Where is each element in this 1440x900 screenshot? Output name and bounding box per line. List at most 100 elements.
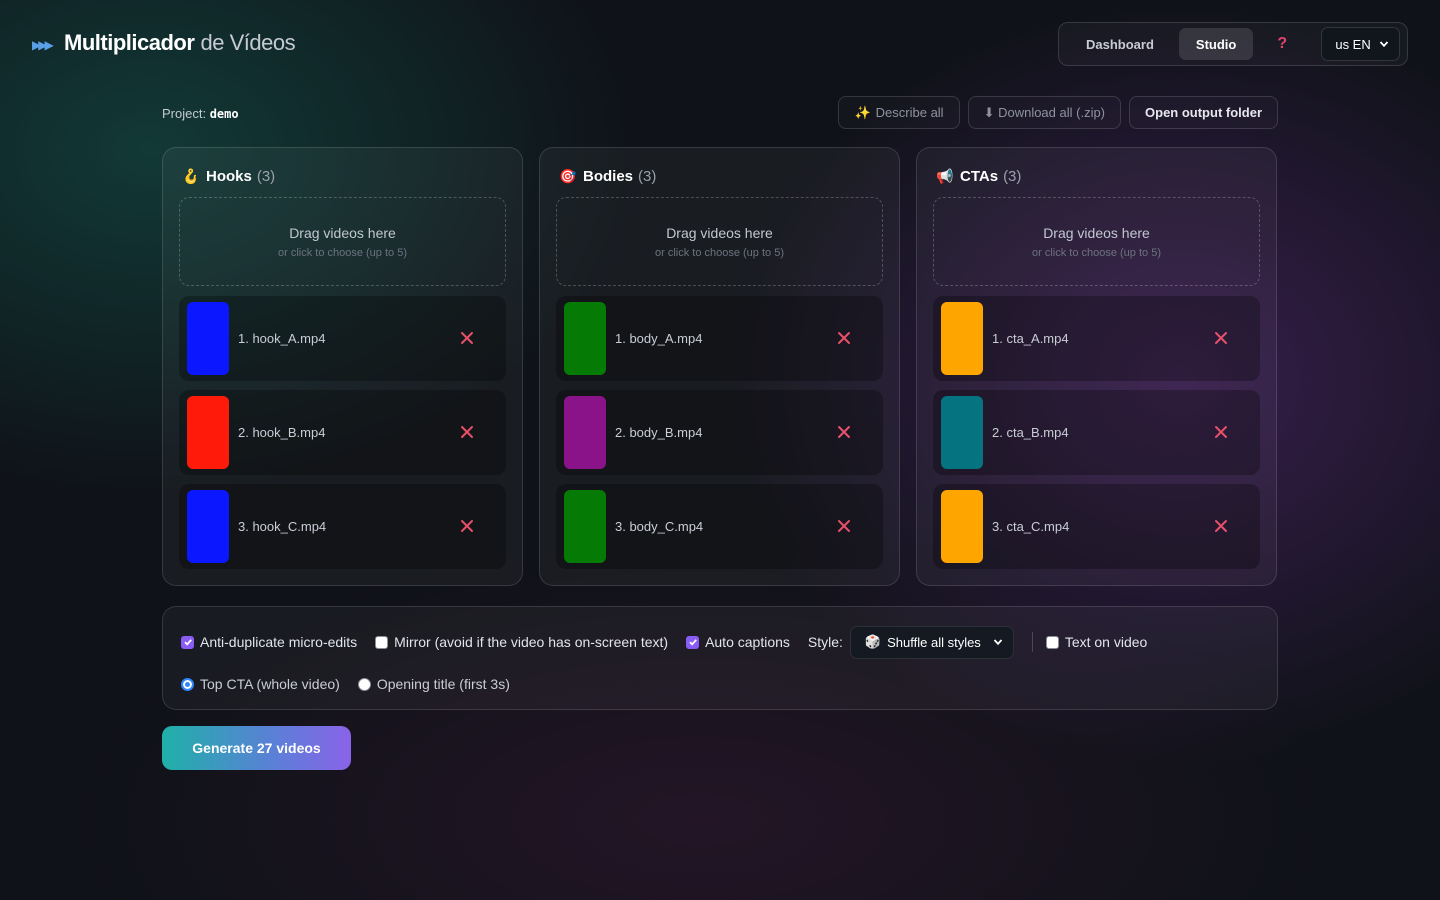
drop-zone-title: Drag videos here — [1043, 224, 1150, 241]
column-count: (3) — [256, 167, 276, 185]
clip-thumbnail — [941, 302, 983, 375]
options-panel: Anti-duplicate micro-edits Mirror (avoid… — [162, 606, 1278, 710]
language-value: us EN — [1335, 36, 1371, 52]
text-on-video-label: Text on video — [1064, 634, 1148, 650]
column-header: 🪝 Hooks (3) — [182, 164, 506, 188]
drop-zone[interactable]: Drag videos here or click to choose (up … — [556, 197, 883, 286]
target-icon: 🎯 — [559, 167, 577, 184]
top-cta-radio[interactable]: Top CTA (whole video) — [181, 676, 340, 692]
clip-item[interactable]: 1. body_A.mp4 — [556, 296, 883, 381]
clip-thumbnail — [564, 490, 606, 563]
divider — [1031, 632, 1033, 652]
style-select[interactable]: 🎲 Shuffle all styles — [849, 625, 1014, 659]
chevron-down-icon — [1379, 41, 1388, 48]
close-icon[interactable] — [1214, 425, 1228, 439]
generate-button[interactable]: Generate 27 videos — [162, 726, 351, 770]
clip-thumbnail — [564, 302, 606, 375]
clip-thumbnail — [187, 490, 229, 563]
check-icon — [688, 639, 697, 646]
drop-zone[interactable]: Drag videos here or click to choose (up … — [933, 197, 1260, 286]
text-on-video-checkbox[interactable]: Text on video — [1045, 634, 1148, 650]
clip-name: 1. cta_A.mp4 — [992, 331, 1069, 346]
checkbox-box[interactable] — [1045, 635, 1059, 649]
close-icon[interactable] — [460, 331, 474, 345]
clip-thumbnail — [941, 490, 983, 563]
project-indicator: Project: demo — [162, 106, 239, 121]
close-icon[interactable] — [460, 519, 474, 533]
describe-all-button[interactable]: ✨ Describe all — [838, 96, 960, 129]
clip-item[interactable]: 1. hook_A.mp4 — [179, 296, 506, 381]
clip-name: 2. cta_B.mp4 — [992, 425, 1069, 440]
mirror-label: Mirror (avoid if the video has on-screen… — [394, 634, 669, 650]
auto-captions-label: Auto captions — [705, 634, 790, 650]
language-select[interactable]: us EN — [1321, 27, 1400, 61]
fast-forward-icon: ▶▶▶ — [32, 38, 54, 52]
clip-item[interactable]: 3. body_C.mp4 — [556, 484, 883, 569]
clip-name: 2. body_B.mp4 — [615, 425, 703, 440]
dice-icon: 🎲 — [864, 634, 882, 649]
radio-dot[interactable] — [181, 677, 194, 691]
app-header: ▶▶▶ Multiplicador de Vídeos Dashboard St… — [0, 0, 1440, 90]
project-name: demo — [209, 107, 239, 121]
column-ctas: 📢 CTAs (3) Drag videos here or click to … — [916, 147, 1277, 586]
opening-title-label: Opening title (first 3s) — [376, 676, 510, 692]
brand[interactable]: ▶▶▶ Multiplicador de Vídeos — [32, 30, 296, 56]
drop-zone-title: Drag videos here — [289, 224, 396, 241]
download-all-button[interactable]: ⬇ Download all (.zip) — [967, 96, 1122, 129]
column-header: 📢 CTAs (3) — [936, 164, 1260, 188]
clip-name: 3. hook_C.mp4 — [238, 519, 327, 534]
sparkles-icon: ✨ — [854, 104, 871, 120]
checkbox-box[interactable] — [686, 635, 700, 649]
project-label: Project: — [162, 106, 207, 121]
clip-name: 1. body_A.mp4 — [615, 331, 703, 346]
anti-duplicate-label: Anti-duplicate micro-edits — [200, 634, 358, 650]
close-icon[interactable] — [1214, 331, 1228, 345]
clip-thumbnail — [941, 396, 983, 469]
nav-studio[interactable]: Studio — [1178, 28, 1254, 60]
close-icon[interactable] — [460, 425, 474, 439]
top-actions: ✨ Describe all ⬇ Download all (.zip) Ope… — [838, 96, 1278, 129]
help-button[interactable]: ? — [1277, 35, 1293, 53]
column-title: Bodies — [583, 167, 634, 185]
top-cta-label: Top CTA (whole video) — [200, 676, 340, 692]
clip-thumbnail — [564, 396, 606, 469]
style-value: Shuffle all styles — [887, 634, 981, 650]
close-icon[interactable] — [837, 425, 851, 439]
opening-title-radio[interactable]: Opening title (first 3s) — [357, 676, 510, 692]
clip-name: 1. hook_A.mp4 — [238, 331, 326, 346]
drop-zone-hint: or click to choose (up to 5) — [277, 246, 407, 259]
anti-duplicate-checkbox[interactable]: Anti-duplicate micro-edits — [181, 634, 357, 650]
clip-item[interactable]: 2. cta_B.mp4 — [933, 390, 1260, 475]
column-title: CTAs — [960, 167, 999, 185]
clip-item[interactable]: 2. hook_B.mp4 — [179, 390, 506, 475]
style-label: Style: — [807, 634, 843, 650]
close-icon[interactable] — [837, 519, 851, 533]
clip-item[interactable]: 1. cta_A.mp4 — [933, 296, 1260, 381]
checkbox-box[interactable] — [181, 635, 194, 649]
drop-zone[interactable]: Drag videos here or click to choose (up … — [179, 197, 506, 286]
clip-item[interactable]: 2. body_B.mp4 — [556, 390, 883, 475]
column-count: (3) — [638, 167, 657, 185]
clip-thumbnail — [187, 396, 229, 469]
radio-dot[interactable] — [357, 677, 371, 691]
clip-item[interactable]: 3. hook_C.mp4 — [179, 484, 506, 569]
auto-captions-checkbox[interactable]: Auto captions — [686, 634, 790, 650]
column-title: Hooks — [206, 167, 252, 185]
column-hooks: 🪝 Hooks (3) Drag videos here or click to… — [162, 147, 523, 586]
clip-columns: 🪝 Hooks (3) Drag videos here or click to… — [162, 147, 1277, 586]
checkbox-box[interactable] — [375, 635, 389, 649]
drop-zone-hint: or click to choose (up to 5) — [654, 246, 784, 259]
nav-dashboard[interactable]: Dashboard — [1069, 28, 1171, 60]
open-output-folder-button[interactable]: Open output folder — [1129, 96, 1278, 129]
brand-title: Multiplicador de Vídeos — [64, 30, 296, 56]
close-icon[interactable] — [837, 331, 851, 345]
megaphone-icon: 📢 — [936, 167, 954, 184]
drop-zone-hint: or click to choose (up to 5) — [1031, 246, 1161, 259]
close-icon[interactable] — [1214, 519, 1228, 533]
mirror-checkbox[interactable]: Mirror (avoid if the video has on-screen… — [375, 634, 668, 650]
clip-item[interactable]: 3. cta_C.mp4 — [933, 484, 1260, 569]
brand-title-light: de Vídeos — [200, 30, 296, 55]
open-output-label: Open output folder — [1145, 105, 1262, 120]
top-nav: Dashboard Studio ? us EN — [1058, 22, 1408, 66]
text-mode-radio-group: Top CTA (whole video) Opening title (fir… — [181, 676, 510, 692]
